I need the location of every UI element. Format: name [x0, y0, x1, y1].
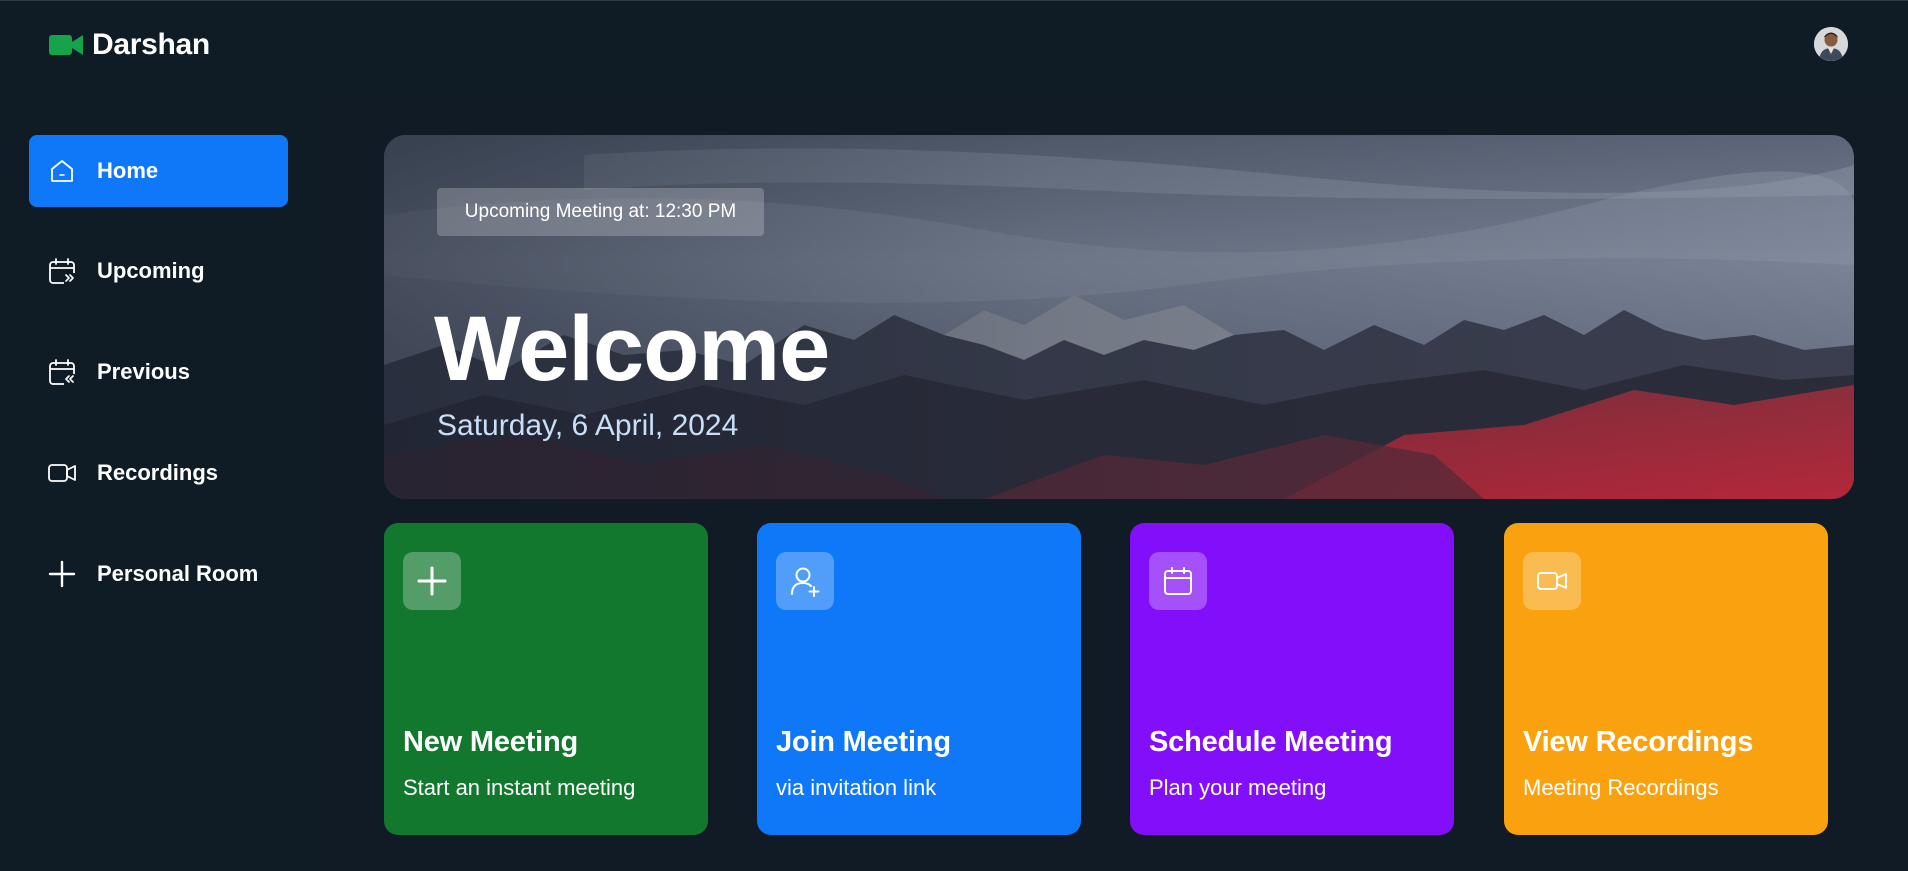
sidebar-item-previous[interactable]: Previous — [29, 336, 288, 408]
upcoming-meeting-badge: Upcoming Meeting at: 12:30 PM — [437, 188, 764, 236]
card-subtitle: via invitation link — [776, 775, 937, 800]
card-subtitle: Meeting Recordings — [1523, 775, 1719, 800]
card-title: Schedule Meeting — [1149, 726, 1393, 758]
sidebar-item-label: Recordings — [97, 460, 219, 485]
sidebar-item-label: Upcoming — [97, 258, 205, 283]
user-avatar[interactable] — [1814, 27, 1848, 61]
schedule-meeting-card[interactable]: Schedule Meeting Plan your meeting — [1130, 523, 1454, 835]
calendar-icon — [1164, 567, 1192, 595]
card-title: Join Meeting — [776, 726, 951, 758]
plus-icon — [417, 566, 447, 596]
sidebar-item-label: Home — [97, 158, 159, 183]
sidebar-item-personal-room[interactable]: Personal Room — [29, 538, 288, 610]
sidebar-item-label: Personal Room — [97, 561, 259, 586]
home-icon — [51, 160, 73, 182]
card-subtitle: Start an instant meeting — [403, 775, 636, 800]
hero-banner: Upcoming Meeting at: 12:30 PM Welcome Sa… — [384, 135, 1854, 499]
video-icon — [1537, 572, 1567, 590]
join-meeting-card[interactable]: Join Meeting via invitation link — [757, 523, 1081, 835]
sidebar-item-recordings[interactable]: Recordings — [29, 437, 288, 509]
card-subtitle: Plan your meeting — [1149, 775, 1327, 800]
view-recordings-card[interactable]: View Recordings Meeting Recordings — [1504, 523, 1828, 835]
top-navbar: Darshan — [0, 0, 1908, 85]
sidebar-item-label: Previous — [97, 359, 190, 384]
calendar-back-icon — [49, 359, 77, 387]
new-meeting-card[interactable]: New Meeting Start an instant meeting — [384, 523, 708, 835]
card-icon-box — [403, 552, 461, 610]
avatar-image — [1814, 27, 1848, 61]
brand-logo[interactable]: Darshan — [48, 25, 210, 65]
card-icon-box — [1149, 552, 1207, 610]
brand-name: Darshan — [92, 28, 210, 61]
video-camera-icon — [49, 35, 83, 55]
current-date: Saturday, 6 April, 2024 — [437, 409, 739, 442]
welcome-heading: Welcome — [434, 298, 830, 400]
plus-icon — [48, 560, 76, 588]
user-add-icon — [791, 567, 820, 597]
card-title: New Meeting — [403, 726, 579, 758]
sidebar-item-home[interactable]: Home — [29, 135, 288, 207]
video-icon — [48, 464, 76, 482]
card-title: View Recordings — [1523, 726, 1754, 758]
card-icon-box — [1523, 552, 1581, 610]
card-icon-box — [776, 552, 834, 610]
calendar-forward-icon — [49, 258, 77, 286]
sidebar-item-upcoming[interactable]: Upcoming — [29, 235, 288, 307]
